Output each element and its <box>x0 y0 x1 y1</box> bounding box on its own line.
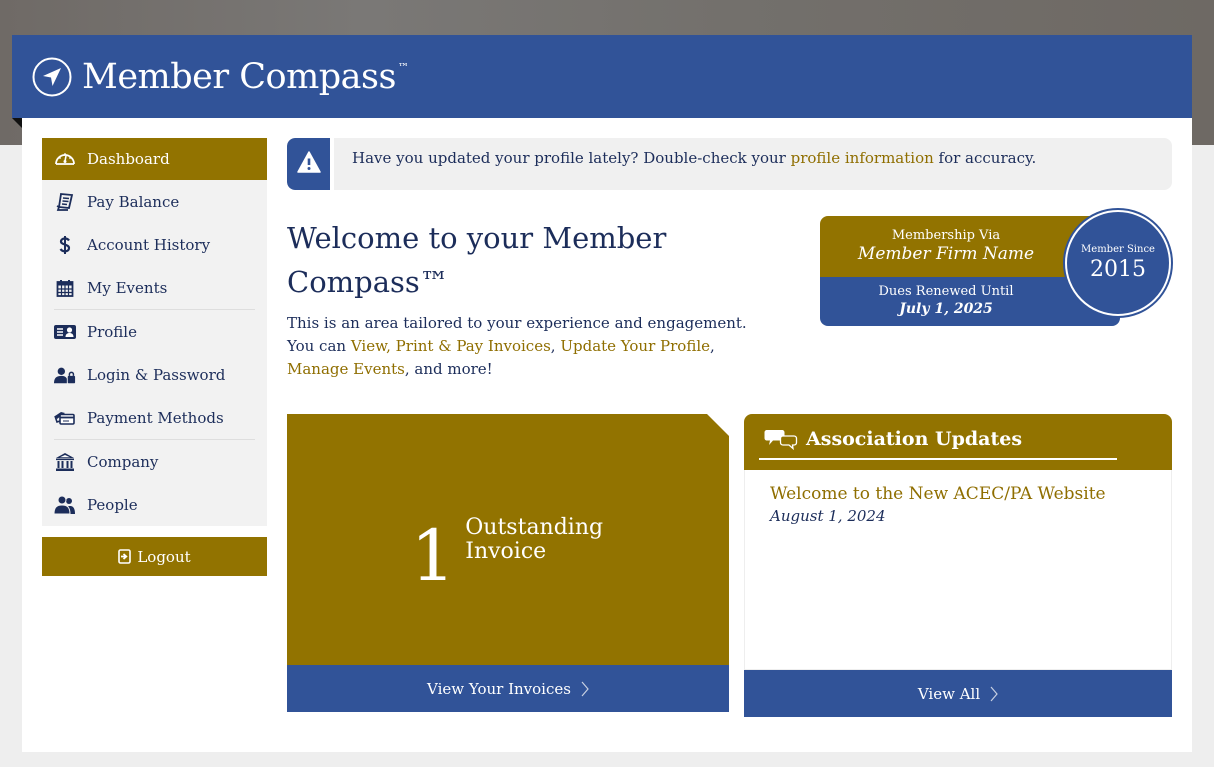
association-updates-panel: Association Updates Welcome to the New A… <box>744 414 1172 717</box>
users-icon <box>54 495 76 515</box>
dues-renewed-date: July 1, 2025 <box>899 301 993 317</box>
bank-building-icon <box>54 452 76 472</box>
updates-list: Welcome to the New ACEC/PA Website Augus… <box>744 470 1172 670</box>
membership-card: Membership Via Member Firm Name Dues Ren… <box>820 210 1172 326</box>
welcome-intro: This is an area tailored to your experie… <box>287 314 747 378</box>
sidebar-item-profile[interactable]: Profile <box>42 310 267 353</box>
member-since-badge: Member Since 2015 <box>1065 210 1171 316</box>
view-print-pay-invoices-link[interactable]: View, Print & Pay Invoices <box>351 337 551 355</box>
header-fold-decoration <box>12 118 22 128</box>
sidebar-item-label: Account History <box>87 235 211 254</box>
sidebar-item-company[interactable]: Company <box>42 440 267 483</box>
membership-via-label: Membership Via <box>891 228 1001 243</box>
invoice-summary: 1 Outstanding Invoice <box>287 414 729 665</box>
warning-icon <box>296 151 321 177</box>
welcome-section: Welcome to your Member Compass™ This is … <box>287 216 787 381</box>
invoice-label: Outstanding Invoice <box>465 514 604 564</box>
logout-label: Logout <box>137 547 191 566</box>
profile-information-link[interactable]: profile information <box>791 149 934 167</box>
id-card-icon <box>54 322 76 342</box>
association-updates-title: Association Updates <box>806 428 1023 450</box>
dollar-icon <box>54 235 76 255</box>
sidebar-item-login-password[interactable]: Login & Password <box>42 353 267 396</box>
user-lock-icon <box>54 365 76 385</box>
compass-navigation-icon <box>32 57 72 97</box>
outstanding-invoices-tile: 1 Outstanding Invoice View Your Invoices <box>287 414 729 712</box>
sidebar-item-label: Profile <box>87 322 137 341</box>
sidebar-item-label: Pay Balance <box>87 192 180 211</box>
sidebar-item-my-events[interactable]: My Events <box>42 266 267 309</box>
alert-message: Have you updated your profile lately? Do… <box>352 149 1037 167</box>
dashboard-gauge-icon <box>54 149 76 169</box>
app-title[interactable]: Member Compass ™ <box>82 57 409 97</box>
invoice-count: 1 <box>410 514 456 597</box>
list-item: Welcome to the New ACEC/PA Website Augus… <box>770 484 1146 525</box>
receipt-icon <box>54 192 76 212</box>
member-since-year: 2015 <box>1090 257 1146 282</box>
sidebar-item-account-history[interactable]: Account History <box>42 223 267 266</box>
chevron-right-icon <box>990 686 998 702</box>
alert-icon-box <box>287 138 334 190</box>
update-your-profile-link[interactable]: Update Your Profile <box>560 337 710 355</box>
chat-bubbles-icon <box>764 428 798 450</box>
calendar-icon <box>54 278 76 298</box>
dues-renewed-label: Dues Renewed Until <box>878 284 1014 299</box>
view-all-label: View All <box>917 684 981 703</box>
sidebar-nav: Dashboard Pay Balance Account History My… <box>42 138 267 526</box>
header-underline <box>759 458 1117 460</box>
sidebar-item-dashboard[interactable]: Dashboard <box>42 138 267 180</box>
main-panel: Dashboard Pay Balance Account History My… <box>22 118 1192 752</box>
sidebar-item-label: People <box>87 495 138 514</box>
logout-icon <box>118 549 132 564</box>
view-all-updates-button[interactable]: View All <box>744 670 1172 717</box>
credit-cards-icon <box>54 408 76 428</box>
sidebar-item-people[interactable]: People <box>42 483 267 526</box>
profile-update-alert: Have you updated your profile lately? Do… <box>287 138 1172 190</box>
sidebar-item-payment-methods[interactable]: Payment Methods <box>42 396 267 439</box>
sidebar-item-pay-balance[interactable]: Pay Balance <box>42 180 267 223</box>
chevron-right-icon <box>581 681 589 697</box>
manage-events-link[interactable]: Manage Events <box>287 360 405 378</box>
news-item-link[interactable]: Welcome to the New ACEC/PA Website <box>770 484 1146 504</box>
member-firm-name: Member Firm Name <box>857 244 1035 264</box>
news-item-date: August 1, 2024 <box>770 507 886 525</box>
sidebar-item-label: Payment Methods <box>87 408 224 427</box>
member-since-label: Member Since <box>1081 244 1155 255</box>
association-updates-header: Association Updates <box>744 414 1172 470</box>
sidebar: Dashboard Pay Balance Account History My… <box>42 138 267 576</box>
logout-button[interactable]: Logout <box>42 537 267 576</box>
view-your-invoices-label: View Your Invoices <box>427 679 571 698</box>
app-header: Member Compass ™ <box>12 35 1192 118</box>
view-your-invoices-button[interactable]: View Your Invoices <box>287 665 729 712</box>
sidebar-item-label: Login & Password <box>87 365 226 384</box>
welcome-heading: Welcome to your Member Compass™ <box>287 221 667 299</box>
sidebar-item-label: Company <box>87 452 159 471</box>
sidebar-item-label: My Events <box>87 278 168 297</box>
sidebar-item-label: Dashboard <box>87 150 170 168</box>
